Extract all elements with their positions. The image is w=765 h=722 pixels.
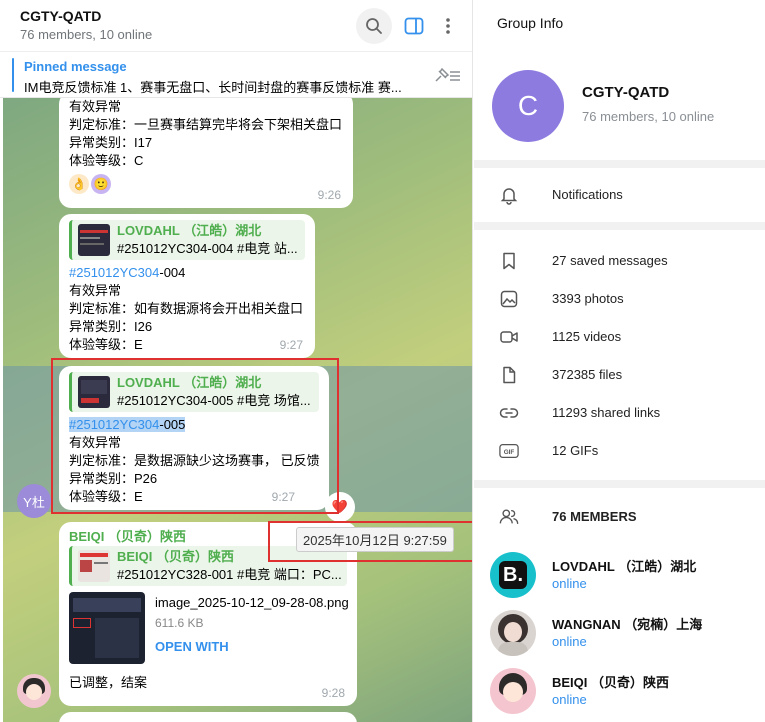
message-line: 有效异常 (69, 283, 122, 298)
photos-row[interactable]: 3393 photos (474, 280, 765, 318)
reply-thumbnail (78, 224, 110, 256)
message-line: 异常类别：I17 (69, 135, 153, 150)
group-name: CGTY-QATD (582, 84, 670, 101)
members-count-label: 76 MEMBERS (552, 509, 637, 524)
saved-messages-row[interactable]: 27 saved messages (474, 242, 765, 280)
reply-text: #251012YC304-004 #电竞 站... (117, 241, 298, 256)
gifs-label: 12 GIFs (552, 443, 599, 458)
chat-title[interactable]: CGTY-QATD (20, 8, 101, 24)
gif-icon: GIF (499, 441, 519, 461)
files-row[interactable]: 372385 files (474, 356, 765, 394)
notifications-row[interactable]: Notifications (474, 176, 765, 214)
link-icon (499, 403, 519, 423)
message-line: 判定标准：一旦赛事结算完毕将会下架相关盘口 (69, 117, 343, 132)
photo-icon (499, 289, 519, 309)
reactions[interactable]: 👌 🙂 (69, 174, 111, 194)
pin-list-icon (435, 68, 460, 82)
chat-header[interactable]: CGTY-QATD 76 members, 10 online (0, 0, 472, 52)
reply-preview[interactable]: LOVDAHL （江皓）湖北 #251012YC304-004 #电竞 站... (69, 220, 305, 260)
shared-media-card: 27 saved messages 3393 photos 1125 video… (474, 230, 765, 480)
saved-messages-label: 27 saved messages (552, 253, 668, 268)
ok-hand-reaction[interactable]: 👌 (69, 174, 89, 194)
member-row[interactable]: WANGNAN （宛楠）上海 online (474, 606, 765, 664)
pinned-indicator (12, 58, 14, 92)
reply-sender: BEIQI （贝奇）陕西 (117, 549, 235, 564)
videos-row[interactable]: 1125 videos (474, 318, 765, 356)
hashtag-suffix: -004 (159, 265, 186, 280)
selection-outline (51, 358, 339, 514)
chat-panel: CGTY-QATD 76 members, 10 online Pinned m… (0, 0, 473, 722)
member-status: online (552, 634, 587, 649)
search-icon (366, 18, 382, 34)
group-member-count: 76 members, 10 online (582, 109, 715, 124)
member-name: WANGNAN （宛楠）上海 (552, 617, 703, 632)
more-vertical-icon (446, 18, 450, 34)
pinned-list-button[interactable] (430, 64, 464, 88)
file-icon (499, 365, 519, 385)
member-name: LOVDAHL （江皓）湖北 (552, 559, 697, 574)
timestamp-tooltip: 2025年10月12日 9:27:59 (296, 527, 454, 552)
gifs-row[interactable]: GIF 12 GIFs (474, 432, 765, 470)
message-time: 9:27 (279, 338, 303, 352)
file-name: image_2025-10-12_09-28-08.png (155, 595, 349, 610)
users-icon (499, 507, 519, 527)
file-size: 611.6 KB (155, 616, 204, 630)
group-info-header-card: Group Info C CGTY-QATD 76 members, 10 on… (474, 0, 765, 160)
file-thumbnail[interactable] (69, 592, 145, 664)
hashtag-link[interactable]: #251012YC304 (69, 265, 159, 280)
message-bubble[interactable] (59, 712, 357, 722)
message-list[interactable]: 有效异常 判定标准：一旦赛事结算完毕将会下架相关盘口 异常类别：I17 体验等级… (3, 98, 472, 722)
svg-text:GIF: GIF (504, 449, 515, 456)
reply-thumbnail (78, 550, 110, 582)
open-with-button[interactable]: OPEN WITH (155, 638, 229, 656)
pinned-message-bar[interactable]: Pinned message IM电竞反馈标准 1、赛事无盘口、长时间封盘的赛事… (0, 52, 472, 98)
message-text: 已调整，结案 (69, 675, 148, 690)
toggle-info-panel-button[interactable] (396, 8, 432, 44)
sender-avatar[interactable]: Y杜 (17, 484, 51, 518)
reply-text: #251012YC328-001 #电竞 端口：PC... (117, 567, 342, 582)
more-button[interactable] (432, 8, 464, 44)
search-button[interactable] (356, 8, 392, 44)
member-avatar (490, 610, 536, 656)
photos-label: 3393 photos (552, 291, 624, 306)
members-header[interactable]: 76 MEMBERS (474, 498, 765, 536)
notifications-label: Notifications (552, 187, 623, 202)
message-line: 异常类别：I26 (69, 319, 153, 334)
message-line: 体验等级：E (69, 337, 143, 352)
video-icon (499, 327, 519, 347)
members-card: 76 MEMBERS B. LOVDAHL （江皓）湖北 online WANG… (474, 488, 765, 722)
message-time: 9:26 (317, 188, 341, 202)
shared-links-row[interactable]: 11293 shared links (474, 394, 765, 432)
shared-links-label: 11293 shared links (552, 405, 661, 420)
files-label: 372385 files (552, 367, 623, 382)
notifications-card: Notifications (474, 168, 765, 222)
message-line: 判定标准：如有数据源将会开出相关盘口 (69, 301, 304, 316)
bookmark-icon (499, 251, 519, 271)
member-avatar (490, 668, 536, 714)
panel-title: Group Info (497, 15, 564, 31)
message-bubble[interactable]: LOVDAHL （江皓）湖北 #251012YC304-004 #电竞 站...… (59, 214, 315, 358)
bell-icon (499, 185, 519, 205)
message-bubble[interactable]: 有效异常 判定标准：一旦赛事结算完毕将会下架相关盘口 异常类别：I17 体验等级… (59, 98, 353, 208)
videos-label: 1125 videos (552, 329, 622, 344)
avatar-reaction[interactable]: 🙂 (91, 174, 111, 194)
message-time: 9:28 (321, 686, 345, 700)
member-row[interactable]: B. LOVDAHL （江皓）湖北 online (474, 548, 765, 606)
sender-avatar[interactable] (17, 674, 51, 708)
group-info-panel: Group Info C CGTY-QATD 76 members, 10 on… (474, 0, 765, 722)
member-row[interactable]: BEIQI （贝奇）陕西 online (474, 664, 765, 722)
sidebar-toggle-icon (404, 17, 424, 35)
chat-member-count: 76 members, 10 online (20, 27, 153, 42)
reply-sender: LOVDAHL （江皓）湖北 (117, 223, 262, 238)
member-avatar: B. (490, 552, 536, 598)
pinned-title: Pinned message (24, 59, 127, 74)
pinned-text: IM电竞反馈标准 1、赛事无盘口、长时间封盘的赛事反馈标准 赛... (24, 80, 402, 95)
member-status: online (552, 692, 587, 707)
group-avatar[interactable]: C (492, 70, 564, 142)
message-line: 体验等级：C (69, 153, 144, 168)
member-name: BEIQI （贝奇）陕西 (552, 675, 670, 690)
message-line: 有效异常 (69, 99, 122, 114)
file-attachment[interactable]: image_2025-10-12_09-28-08.png 611.6 KB O… (69, 592, 349, 674)
member-status: online (552, 576, 587, 591)
